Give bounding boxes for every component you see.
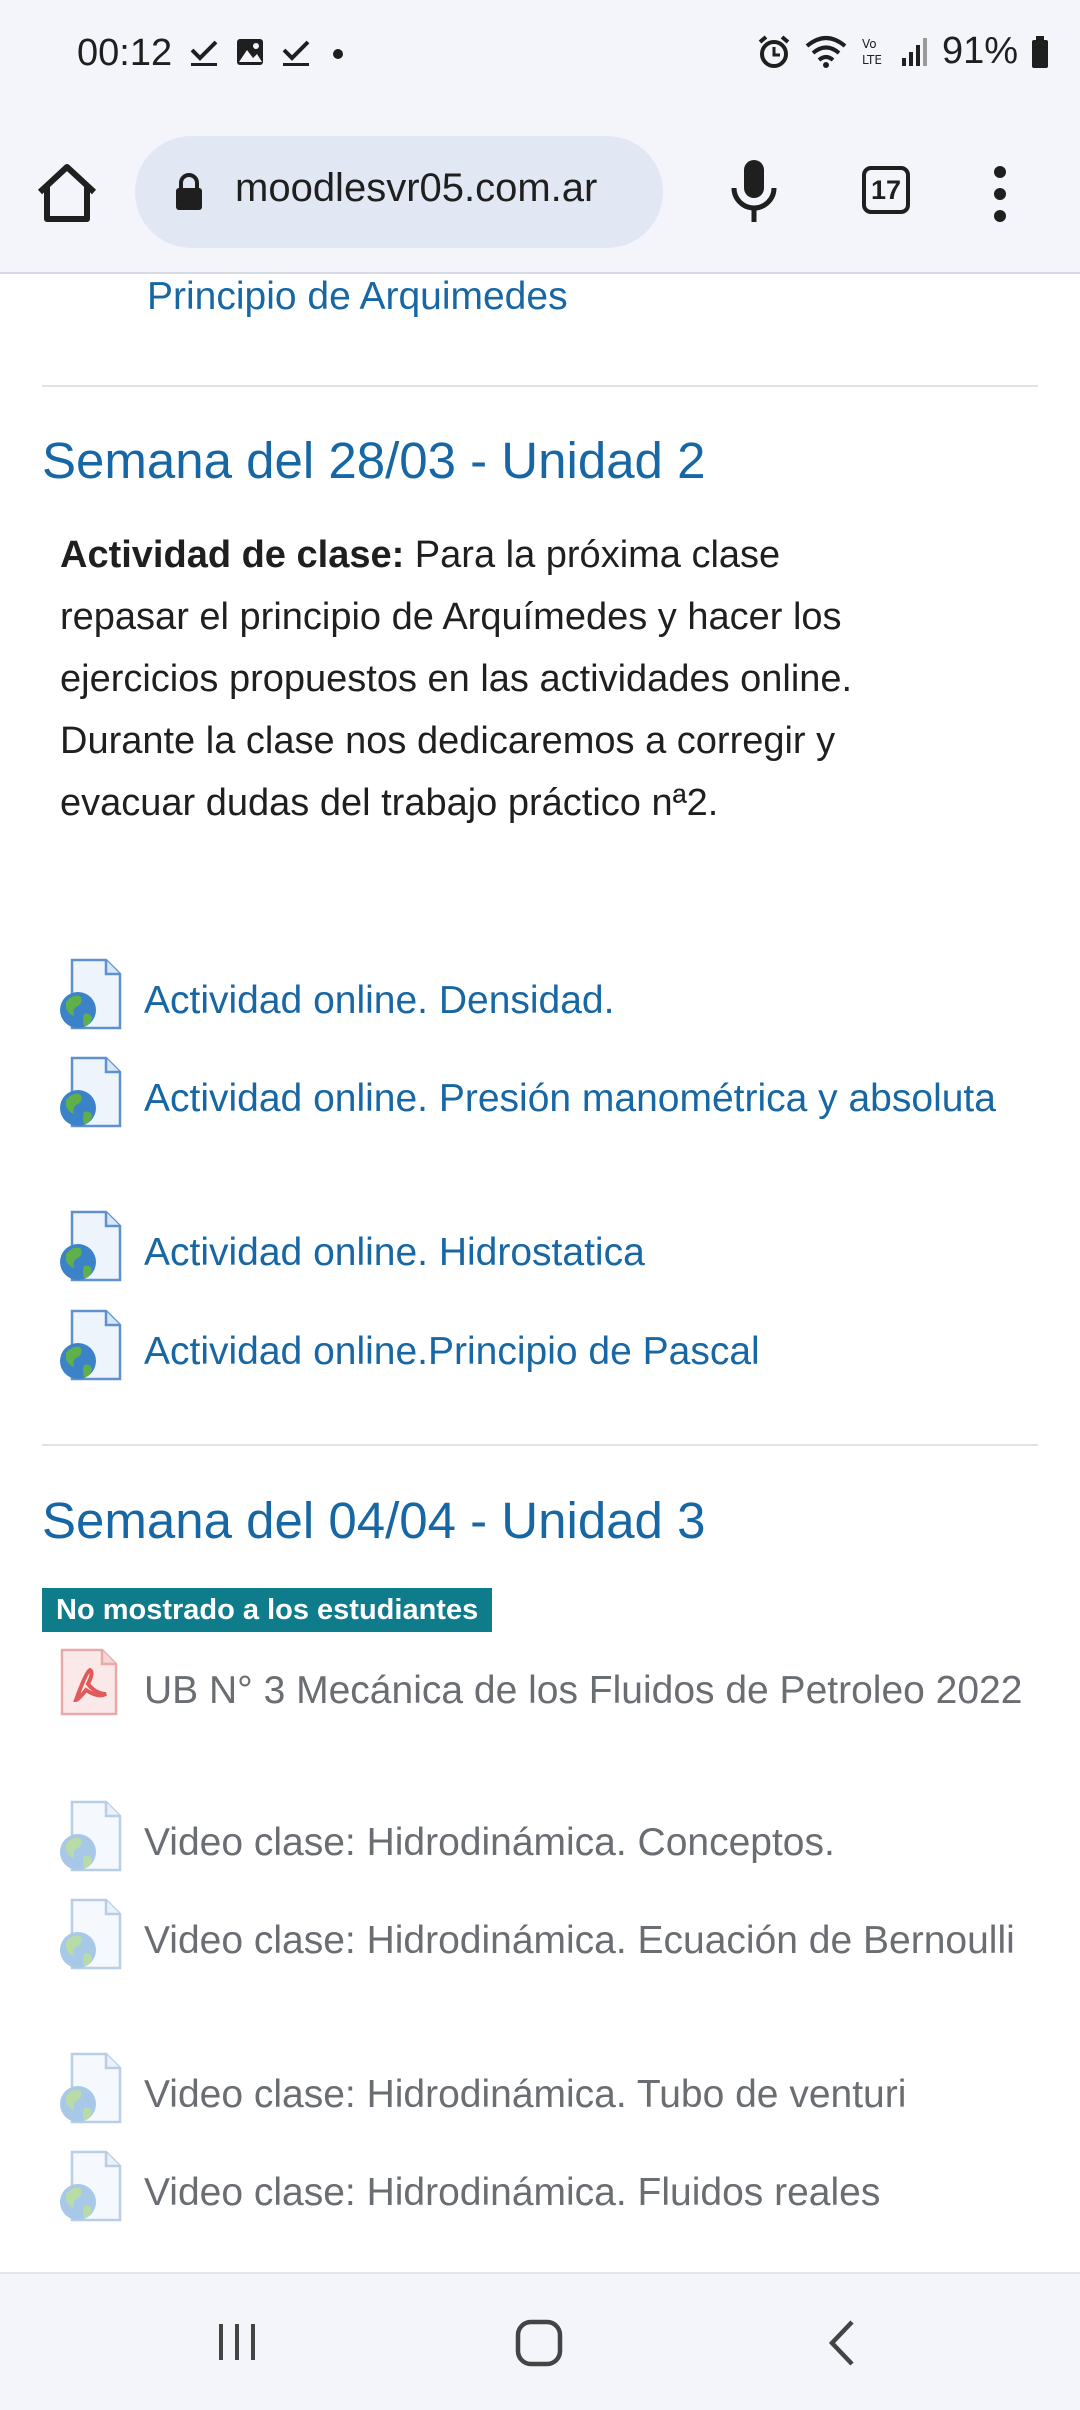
url-text[interactable]: moodlesvr05.com.ar (235, 166, 663, 222)
web-page-icon (56, 1800, 122, 1874)
section-divider (42, 1444, 1038, 1446)
summary-text: Para la próxima clase repasar el princip… (60, 534, 853, 824)
section-title[interactable]: Semana del 28/03 - Unidad 2 (42, 428, 705, 494)
microphone-icon[interactable] (726, 156, 782, 226)
home-icon[interactable] (514, 2318, 564, 2368)
activity-link[interactable]: Video clase: Hidrodinámica. Tubo de vent… (144, 2064, 1024, 2126)
web-page-icon (56, 2052, 122, 2126)
web-page-icon (56, 1210, 122, 1284)
previous-activity-link[interactable]: Principio de Arquimedes (147, 272, 568, 322)
system-nav-bar (0, 2272, 1080, 2410)
image-icon (237, 39, 263, 65)
course-content: Principio de Arquimedes Semana del 28/03… (0, 272, 1080, 2272)
activity-link[interactable]: Actividad online. Presión manométrica y … (144, 1068, 1024, 1130)
check-icon (282, 40, 310, 66)
status-bar: 00:12 Vo LTE 91% (0, 0, 1080, 110)
activity-link[interactable]: Actividad online. Densidad. (144, 970, 1024, 1032)
status-time: 00:12 (77, 32, 173, 74)
notification-icons (188, 36, 350, 68)
more-options-icon[interactable] (985, 162, 1015, 226)
recents-icon[interactable] (215, 2320, 259, 2364)
tab-switcher-button[interactable]: 17 (862, 166, 910, 214)
system-icons: Vo LTE 91% (756, 30, 1050, 73)
svg-text:LTE: LTE (862, 53, 882, 67)
signal-icon (901, 37, 927, 66)
activity-link[interactable]: Video clase: Hidrodinámica. Ecuación de … (144, 1910, 1024, 1972)
activity-link[interactable]: UB N° 3 Mecánica de los Fluidos de Petro… (144, 1660, 1024, 1722)
volte-icon: Vo LTE (862, 37, 882, 67)
web-page-icon (56, 958, 122, 1032)
web-page-icon (56, 2150, 122, 2224)
activity-link[interactable]: Video clase: Hidrodinámica. Fluidos real… (144, 2162, 1024, 2224)
battery-percent: 91% (941, 30, 1018, 72)
wifi-icon (805, 35, 847, 68)
pdf-icon (56, 1648, 122, 1722)
lock-icon (176, 173, 202, 210)
alarm-icon (758, 34, 790, 68)
dot-icon (333, 49, 343, 59)
url-bar[interactable]: moodlesvr05.com.ar (135, 136, 663, 248)
section-divider (42, 385, 1038, 387)
web-page-icon (56, 1898, 122, 1972)
summary-label: Actividad de clase: (60, 534, 405, 576)
check-icon (190, 40, 218, 66)
web-page-icon (56, 1056, 122, 1130)
section-title[interactable]: Semana del 04/04 - Unidad 3 (42, 1488, 705, 1554)
section-summary: Actividad de clase: Para la próxima clas… (60, 524, 890, 834)
activity-link[interactable]: Actividad online.Principio de Pascal (144, 1321, 1024, 1383)
activity-link[interactable]: Video clase: Hidrodinámica. Conceptos. (144, 1812, 1024, 1874)
battery-icon (1032, 35, 1048, 68)
web-page-icon (56, 1309, 122, 1383)
svg-text:Vo: Vo (862, 37, 877, 51)
hidden-from-students-badge: No mostrado a los estudiantes (42, 1588, 493, 1632)
browser-toolbar: moodlesvr05.com.ar 17 (0, 110, 1080, 274)
activity-link[interactable]: Actividad online. Hidrostatica (144, 1222, 1024, 1284)
home-icon[interactable] (34, 160, 100, 226)
back-icon[interactable] (822, 2318, 862, 2368)
